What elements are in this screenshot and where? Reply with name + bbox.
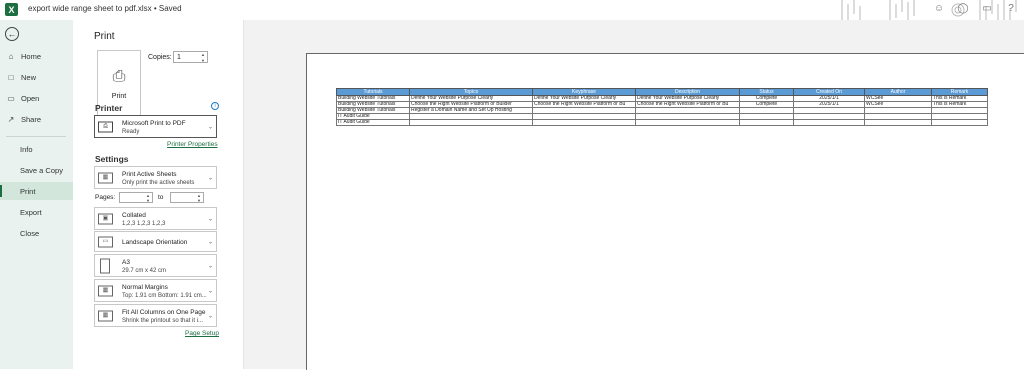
nav-export[interactable]: Export xyxy=(0,203,73,221)
orientation-dropdown[interactable]: ▭ Landscape Orientation ⌄ xyxy=(94,231,217,252)
backstage-nav: ← ⌂ Home □ New ▭ Open ↗ Share Info Save … xyxy=(0,20,73,369)
chevron-down-icon: ⌄ xyxy=(207,175,213,181)
info-icon[interactable]: i xyxy=(211,102,219,110)
nav-print[interactable]: Print xyxy=(0,182,73,200)
table-cell xyxy=(739,119,794,126)
nav-open[interactable]: ▭ Open xyxy=(0,89,73,107)
nav-info[interactable]: Info xyxy=(0,140,73,158)
copies-label: Copies: xyxy=(148,54,172,61)
collated-icon: ▣ xyxy=(98,213,113,224)
copies-input[interactable]: 1 ▲ ▼ xyxy=(173,51,208,63)
copies-spinner[interactable]: ▲ ▼ xyxy=(201,52,205,64)
account-icon[interactable]: ☺ xyxy=(932,3,946,14)
sheet-grid-icon: ▦ xyxy=(98,172,113,183)
table-cell: Choose the Right Website Platform or Bu xyxy=(532,101,636,108)
table-row: IT Audit Guide xyxy=(336,119,988,126)
chevron-down-icon: ⌄ xyxy=(207,288,213,294)
column-header: Description xyxy=(635,88,740,96)
chevron-down-icon: ⌄ xyxy=(207,263,213,269)
page-setup-link[interactable]: Page Setup xyxy=(185,330,219,337)
paper-icon xyxy=(100,258,110,273)
excel-icon: X xyxy=(5,3,18,16)
column-header: Remark xyxy=(931,88,988,96)
chevron-down-icon: ⌄ xyxy=(207,124,213,130)
help-icon[interactable]: ? xyxy=(1004,3,1018,14)
back-arrow-icon[interactable]: ← xyxy=(5,27,19,41)
share-icon: ↗ xyxy=(7,114,15,124)
nav-save-a-copy[interactable]: Save a Copy xyxy=(0,161,73,179)
table-cell xyxy=(532,119,636,126)
home-icon: ⌂ xyxy=(8,51,14,61)
folder-icon: ▭ xyxy=(7,93,15,103)
printer-icon: ⎙ xyxy=(112,67,126,85)
scaling-dropdown[interactable]: ▦ Fit All Columns on One Page Shrink the… xyxy=(94,304,217,327)
paper-size-dropdown[interactable]: A3 29.7 cm x 42 cm ⌄ xyxy=(94,254,217,277)
pages-from-input[interactable]: ▲ ▼ xyxy=(119,192,153,203)
nav-close[interactable]: Close xyxy=(0,224,73,242)
table-cell xyxy=(793,119,865,126)
window-title: export wide range sheet to pdf.xlsx • Sa… xyxy=(28,4,182,13)
table-header-row: Tutorials Topics Keyphrase Description S… xyxy=(336,88,988,96)
page-title: Print xyxy=(94,31,115,42)
chevron-down-icon: ⌄ xyxy=(207,216,213,222)
printer-properties-link[interactable]: Printer Properties xyxy=(167,141,218,148)
print-settings-panel: Print ⎙ Print Copies: 1 ▲ ▼ Printer i ⎙ M… xyxy=(73,20,244,369)
collation-dropdown[interactable]: ▣ Collated 1,2,3 1,2,3 1,2,3 ⌄ xyxy=(94,207,217,230)
new-file-icon: □ xyxy=(8,72,14,82)
printer-dropdown[interactable]: ⎙ Microsoft Print to PDF Ready ⌄ xyxy=(94,115,217,138)
nav-divider xyxy=(6,136,66,137)
table-cell: IT Audit Guide xyxy=(336,119,410,126)
lightbulb-icon[interactable]: ◯ xyxy=(956,3,970,14)
table-cell: Choose the Right Website Platform or Bu xyxy=(635,101,740,108)
margins-dropdown[interactable]: ▦ Normal Margins Top: 1.91 cm Bottom: 1.… xyxy=(94,279,217,302)
feedback-icon[interactable]: ▭ xyxy=(980,3,994,14)
pages-to-input[interactable]: ▲ ▼ xyxy=(170,192,204,203)
table-cell xyxy=(931,119,988,126)
column-header: Created On xyxy=(793,88,865,96)
nav-new[interactable]: □ New xyxy=(0,68,73,86)
landscape-icon: ▭ xyxy=(98,236,113,247)
margins-icon: ▦ xyxy=(98,285,113,296)
nav-share[interactable]: ↗ Share xyxy=(0,110,73,128)
printer-icon: ⎙ xyxy=(98,121,113,132)
pages-label: Pages: xyxy=(95,194,116,201)
print-what-dropdown[interactable]: ▦ Print Active Sheets Only print the act… xyxy=(94,166,217,189)
column-header: Keyphrase xyxy=(532,88,636,96)
preview-table: Tutorials Topics Keyphrase Description S… xyxy=(336,88,988,126)
title-bar: X export wide range sheet to pdf.xlsx • … xyxy=(0,0,1024,20)
table-cell xyxy=(409,119,533,126)
column-header: Tutorials xyxy=(336,88,410,96)
pages-to-label: to xyxy=(158,194,164,201)
chevron-down-icon: ⌄ xyxy=(207,239,213,245)
settings-section-title: Settings xyxy=(95,154,129,164)
printer-section-title: Printer xyxy=(95,103,123,113)
table-cell xyxy=(864,119,932,126)
column-header: Author xyxy=(864,88,932,96)
column-header: Topics xyxy=(409,88,533,96)
fit-columns-icon: ▦ xyxy=(98,310,113,321)
table-cell xyxy=(635,119,740,126)
chevron-down-icon: ⌄ xyxy=(207,313,213,319)
nav-home[interactable]: ⌂ Home xyxy=(0,47,73,65)
column-header: Status xyxy=(739,88,794,96)
